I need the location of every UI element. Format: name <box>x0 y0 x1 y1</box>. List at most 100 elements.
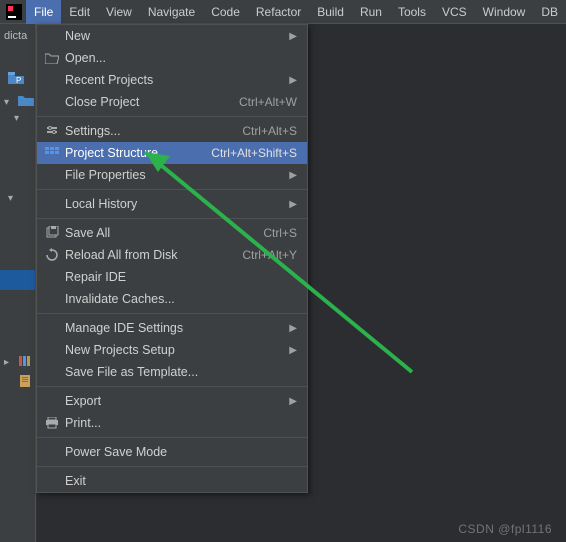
blank-icon <box>43 444 61 460</box>
menubar-item-tools[interactable]: Tools <box>390 0 434 24</box>
menu-item-new-projects-setup[interactable]: New Projects Setup ▶ <box>37 339 307 361</box>
menu-item-manage-ide-settings[interactable]: Manage IDE Settings ▶ <box>37 317 307 339</box>
settings-icon <box>43 123 61 139</box>
blank-icon <box>43 269 61 285</box>
menubar-item-code[interactable]: Code <box>203 0 248 24</box>
menu-label: Save File as Template... <box>61 365 297 379</box>
project-sidebar: dicta P ▾ ▾ ▾ ▸ <box>0 24 36 542</box>
shortcut: Ctrl+Alt+S <box>242 124 297 138</box>
menu-label: Manage IDE Settings <box>61 321 287 335</box>
menu-item-save-all[interactable]: Save All Ctrl+S <box>37 222 307 244</box>
menubar-item-file[interactable]: File <box>26 0 61 24</box>
blank-icon <box>43 167 61 183</box>
submenu-arrow-icon: ▶ <box>287 323 297 334</box>
menu-item-local-history[interactable]: Local History ▶ <box>37 193 307 215</box>
menu-label: New Projects Setup <box>61 343 287 357</box>
menu-item-print[interactable]: Print... <box>37 412 307 434</box>
menu-item-exit[interactable]: Exit <box>37 470 307 492</box>
menu-label: Open... <box>61 51 297 65</box>
menubar-item-dbna[interactable]: DB Na <box>533 0 566 24</box>
selected-tree-row[interactable] <box>0 270 36 290</box>
blank-icon <box>43 291 61 307</box>
menu-item-power-save-mode[interactable]: Power Save Mode <box>37 441 307 463</box>
menu-item-recent-projects[interactable]: Recent Projects ▶ <box>37 69 307 91</box>
app-logo-icon <box>6 1 22 23</box>
menu-label: Reload All from Disk <box>61 248 242 262</box>
shortcut: Ctrl+Alt+W <box>239 95 297 109</box>
blank-icon <box>43 393 61 409</box>
submenu-arrow-icon: ▶ <box>287 199 297 210</box>
shortcut: Ctrl+Alt+Shift+S <box>211 146 297 160</box>
project-structure-icon <box>43 145 61 161</box>
menubar-item-navigate[interactable]: Navigate <box>140 0 203 24</box>
menu-label: File Properties <box>61 168 287 182</box>
blank-icon <box>43 342 61 358</box>
shortcut: Ctrl+Alt+Y <box>242 248 297 262</box>
save-all-icon <box>43 225 61 241</box>
blank-icon <box>43 28 61 44</box>
menu-label: Recent Projects <box>61 73 287 87</box>
menu-separator <box>37 116 307 117</box>
menu-label: Power Save Mode <box>61 445 297 459</box>
menu-label: New <box>61 29 287 43</box>
menu-item-close-project[interactable]: Close Project Ctrl+Alt+W <box>37 91 307 113</box>
submenu-arrow-icon: ▶ <box>287 345 297 356</box>
menu-item-new[interactable]: New ▶ <box>37 25 307 47</box>
menu-item-export[interactable]: Export ▶ <box>37 390 307 412</box>
menu-label: Close Project <box>61 95 239 109</box>
library-icon[interactable] <box>18 354 32 371</box>
tree-toggle-icon[interactable]: ▾ <box>8 193 13 204</box>
open-folder-icon <box>43 50 61 66</box>
menu-item-save-file-as-template[interactable]: Save File as Template... <box>37 361 307 383</box>
menu-item-repair-ide[interactable]: Repair IDE <box>37 266 307 288</box>
menu-separator <box>37 189 307 190</box>
menu-item-invalidate-caches[interactable]: Invalidate Caches... <box>37 288 307 310</box>
submenu-arrow-icon: ▶ <box>287 31 297 42</box>
menu-separator <box>37 437 307 438</box>
folder-icon[interactable]: P <box>8 72 24 87</box>
menubar-item-view[interactable]: View <box>98 0 140 24</box>
menu-separator <box>37 313 307 314</box>
menu-label: Local History <box>61 197 287 211</box>
scratches-icon[interactable] <box>18 374 32 391</box>
blank-icon <box>43 196 61 212</box>
blank-icon <box>43 320 61 336</box>
menubar-item-edit[interactable]: Edit <box>61 0 98 24</box>
menu-label: Repair IDE <box>61 270 297 284</box>
blank-icon <box>43 473 61 489</box>
menu-item-open[interactable]: Open... <box>37 47 307 69</box>
tree-toggle-icon[interactable]: ▾ <box>14 114 19 124</box>
menu-item-reload-from-disk[interactable]: Reload All from Disk Ctrl+Alt+Y <box>37 244 307 266</box>
submenu-arrow-icon: ▶ <box>287 75 297 86</box>
menubar-item-run[interactable]: Run <box>352 0 390 24</box>
reload-icon <box>43 247 61 263</box>
watermark: CSDN @fpl1116 <box>458 522 552 536</box>
file-menu-dropdown: New ▶ Open... Recent Projects ▶ Close Pr… <box>36 24 308 493</box>
menu-label: Invalidate Caches... <box>61 292 297 306</box>
submenu-arrow-icon: ▶ <box>287 396 297 407</box>
print-icon <box>43 415 61 431</box>
menu-label: Settings... <box>61 124 242 138</box>
menu-label: Exit <box>61 474 297 488</box>
blank-icon <box>43 364 61 380</box>
tree-expand-icon[interactable]: ▸ <box>4 358 9 368</box>
blank-icon <box>43 72 61 88</box>
menubar-item-vcs[interactable]: VCS <box>434 0 475 24</box>
menu-label: Save All <box>61 226 263 240</box>
menu-item-settings[interactable]: Settings... Ctrl+Alt+S <box>37 120 307 142</box>
tree-toggle-icon[interactable]: ▾ <box>4 98 9 108</box>
menubar-item-refactor[interactable]: Refactor <box>248 0 309 24</box>
svg-text:P: P <box>16 76 21 84</box>
menubar: File Edit View Navigate Code Refactor Bu… <box>0 0 566 24</box>
menu-separator <box>37 218 307 219</box>
menu-item-file-properties[interactable]: File Properties ▶ <box>37 164 307 186</box>
submenu-arrow-icon: ▶ <box>287 170 297 181</box>
folder-icon[interactable] <box>18 94 34 111</box>
menu-item-project-structure[interactable]: Project Structure... Ctrl+Alt+Shift+S <box>37 142 307 164</box>
menubar-item-build[interactable]: Build <box>309 0 352 24</box>
menubar-item-window[interactable]: Window <box>475 0 534 24</box>
menu-label: Export <box>61 394 287 408</box>
project-tab-label[interactable]: dicta <box>4 30 27 42</box>
shortcut: Ctrl+S <box>263 226 297 240</box>
menu-separator <box>37 466 307 467</box>
